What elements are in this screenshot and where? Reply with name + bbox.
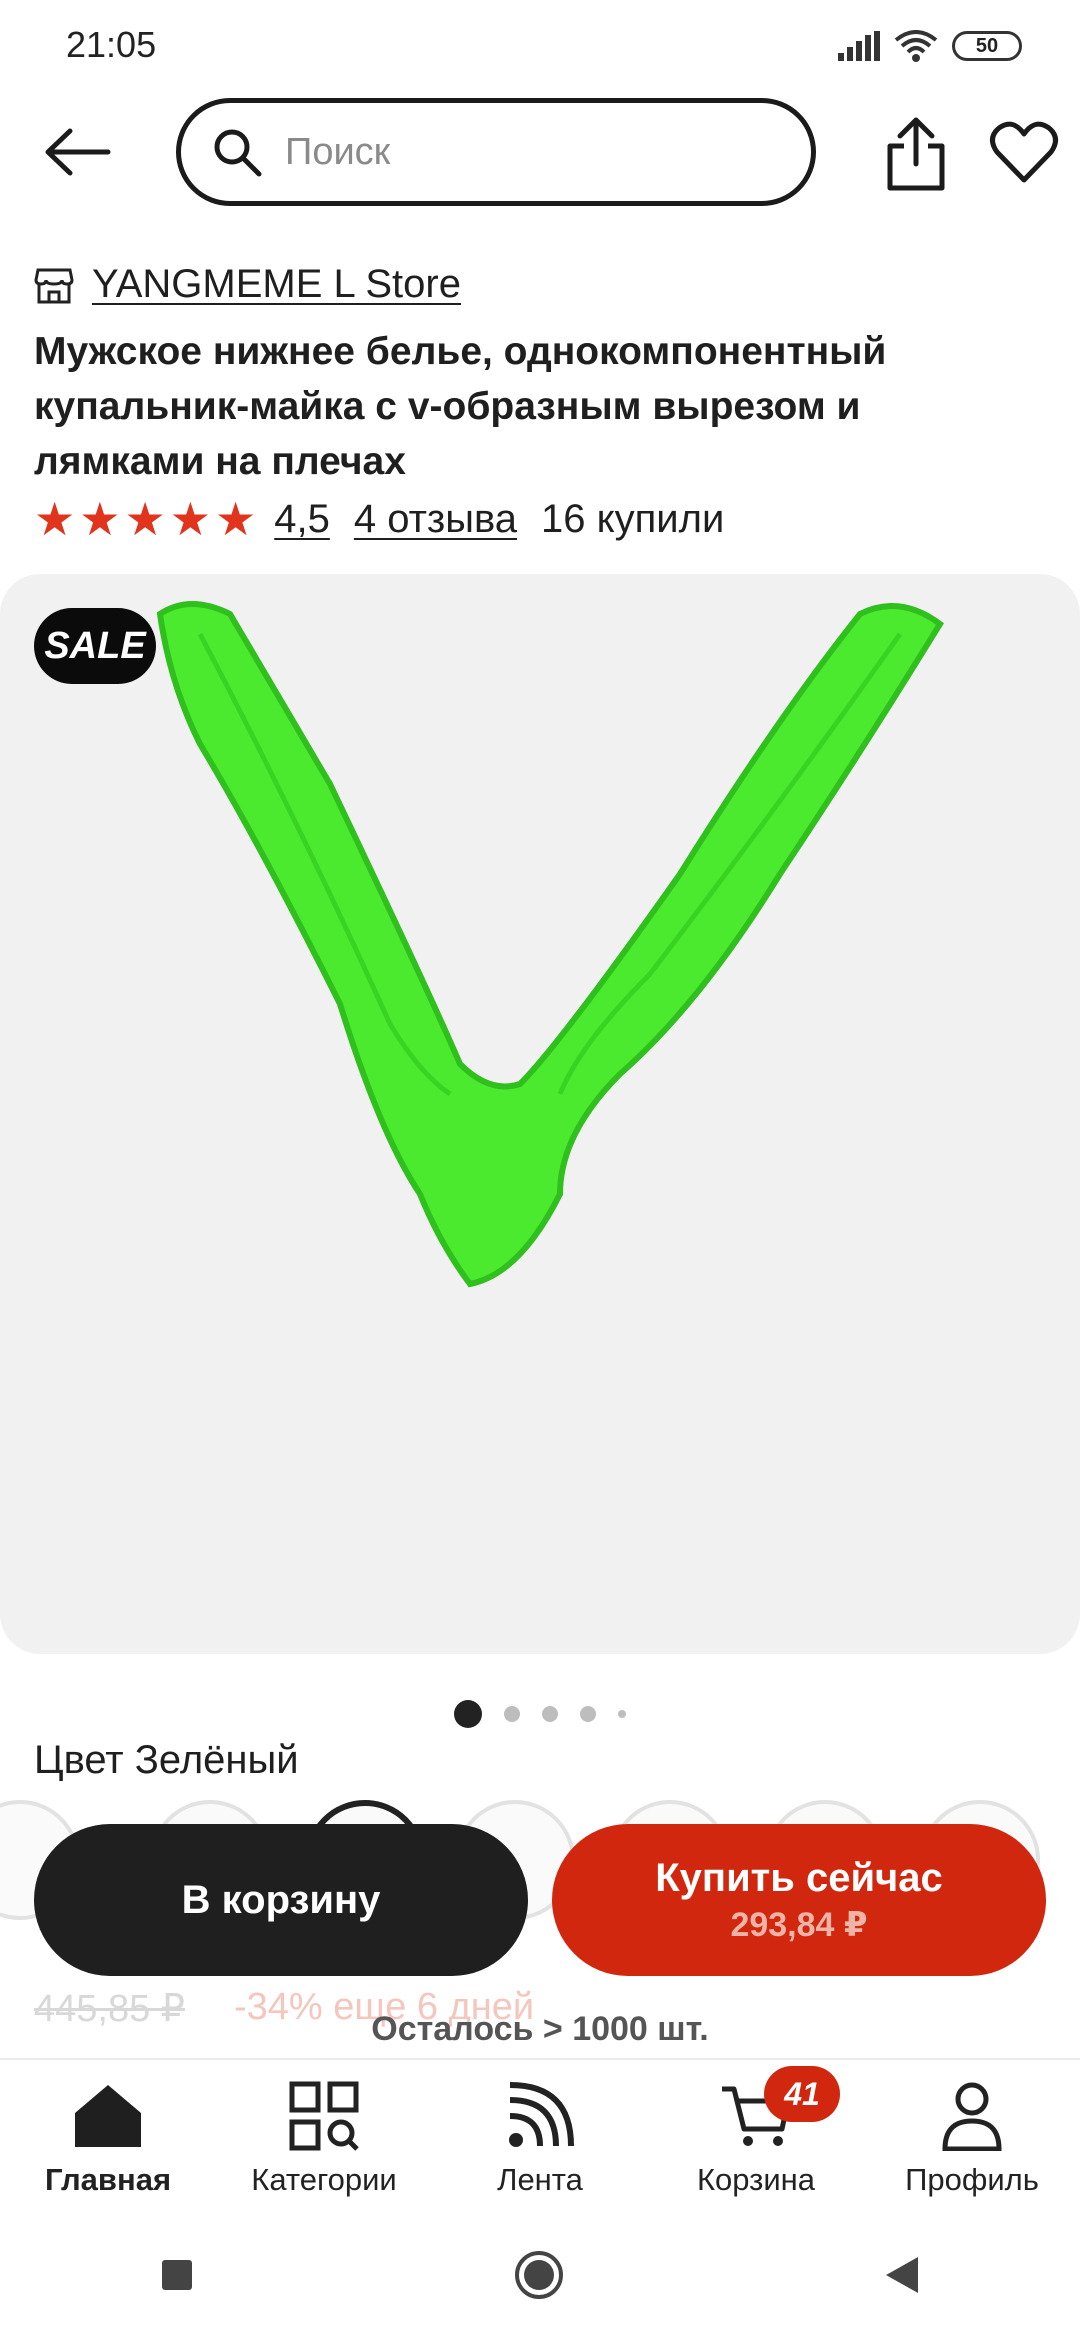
- nav-feed[interactable]: Лента: [440, 2060, 640, 2198]
- share-icon: [887, 117, 945, 191]
- rating-row: ★ ★ ★ ★ ★ 4,5 4 отзыва 16 купили: [34, 496, 724, 542]
- product-image: [156, 601, 944, 1288]
- nav-profile-label: Профиль: [905, 2162, 1039, 2197]
- categories-icon: [289, 2081, 359, 2151]
- star-icon: ★: [124, 493, 166, 545]
- stock-remaining: Осталось > 1000 шт.: [371, 2010, 709, 2048]
- status-icons: 50: [838, 30, 1022, 62]
- bottom-navigation: Главная Категории Лента 41 Корзина Профи…: [0, 2058, 1080, 2208]
- status-time: 21:05: [66, 24, 157, 65]
- star-icon: ★: [79, 493, 121, 545]
- battery-icon: 50: [952, 31, 1022, 61]
- nav-profile[interactable]: Профиль: [872, 2060, 1072, 2198]
- color-label: Цвет Зелёный: [34, 1738, 299, 1782]
- star-icon: ★: [34, 493, 76, 545]
- nav-cart-label: Корзина: [696, 2162, 816, 2197]
- feed-icon: [509, 2082, 574, 2147]
- cart-count-badge: 41: [764, 2066, 840, 2122]
- recent-apps-icon[interactable]: [160, 2258, 194, 2292]
- store-icon: [34, 268, 74, 303]
- page-dot[interactable]: [542, 1706, 558, 1722]
- product-image-gallery[interactable]: [0, 574, 1080, 1654]
- nav-categories-label: Категории: [251, 2162, 397, 2197]
- store-name[interactable]: YANGMEME L Store: [92, 262, 461, 307]
- page-dot[interactable]: [618, 1710, 626, 1718]
- reviews-link[interactable]: 4 отзыва: [354, 497, 517, 542]
- wifi-icon: [894, 30, 938, 62]
- back-button[interactable]: [36, 116, 118, 188]
- store-link[interactable]: YANGMEME L Store: [34, 262, 461, 307]
- signal-icon: [838, 31, 880, 61]
- star-icon: ★: [169, 493, 211, 545]
- rating-value[interactable]: 4,5: [274, 497, 330, 542]
- buy-now-label: Купить сейчас: [655, 1855, 943, 1900]
- back-triangle-icon[interactable]: [884, 2255, 920, 2295]
- page-dot[interactable]: [454, 1700, 482, 1728]
- product-title: Мужское нижнее белье, однокомпонентный к…: [34, 330, 887, 483]
- nav-home-label: Главная: [44, 2162, 172, 2197]
- back-arrow-icon: [45, 128, 111, 176]
- favorite-button[interactable]: [986, 114, 1062, 190]
- nav-cart[interactable]: 41 Корзина: [656, 2060, 856, 2198]
- profile-icon: [942, 2082, 1002, 2151]
- rating-stars: ★ ★ ★ ★ ★: [34, 496, 256, 542]
- add-to-cart-button[interactable]: В корзину: [34, 1824, 528, 1976]
- nav-categories[interactable]: Категории: [224, 2060, 424, 2198]
- search-input[interactable]: [283, 129, 767, 175]
- search-field[interactable]: [176, 98, 816, 206]
- buy-now-button[interactable]: Купить сейчас 293,84 ₽: [552, 1824, 1046, 1976]
- page-dot[interactable]: [580, 1706, 596, 1722]
- nav-home[interactable]: Главная: [8, 2060, 208, 2198]
- home-circle-icon[interactable]: [513, 2249, 565, 2301]
- page-dot[interactable]: [504, 1706, 520, 1722]
- gallery-pagination: [0, 1700, 1080, 1728]
- system-navigation: [0, 2210, 1080, 2340]
- home-icon: [75, 2085, 141, 2147]
- heart-icon: [990, 121, 1058, 183]
- share-button[interactable]: [880, 112, 952, 196]
- sale-badge: SALE: [34, 608, 156, 684]
- bought-count: 16 купили: [541, 496, 725, 541]
- star-icon: ★: [215, 493, 257, 545]
- nav-feed-label: Лента: [497, 2162, 583, 2197]
- search-icon: [214, 129, 262, 177]
- buy-now-price: 293,84 ₽: [730, 1905, 868, 1944]
